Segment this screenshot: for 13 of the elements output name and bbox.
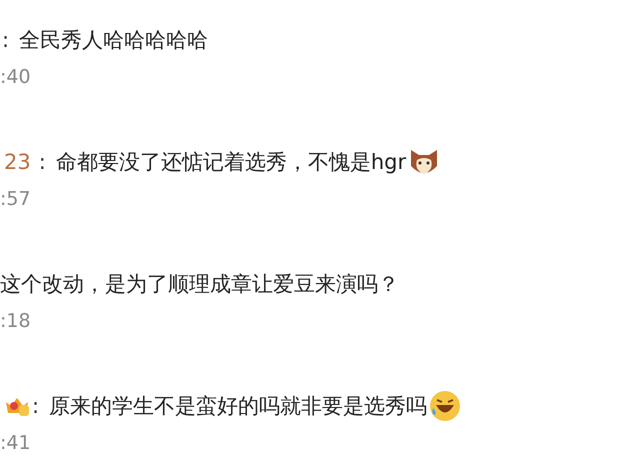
comment-text: 全民秀人哈哈哈哈哈	[19, 27, 208, 54]
comment-time: :18	[0, 310, 32, 332]
comment-text: 原来的学生不是蛮好的吗就非要是选秀吗	[49, 393, 428, 420]
comment-text: 命都要没了还惦记着选秀，不愧是hgr	[56, 149, 406, 176]
colon: :	[38, 150, 46, 174]
comment-time: :40	[0, 66, 32, 88]
comment-text: 这个改动，是为了顺理成章让爱豆来演吗？	[0, 271, 399, 298]
colon: :	[2, 28, 10, 52]
laughing-face-icon	[429, 390, 462, 422]
comment-time: :57	[0, 188, 32, 210]
comment-time: :41	[0, 432, 32, 454]
colon: :	[32, 394, 40, 418]
username[interactable]: 23	[4, 150, 31, 174]
